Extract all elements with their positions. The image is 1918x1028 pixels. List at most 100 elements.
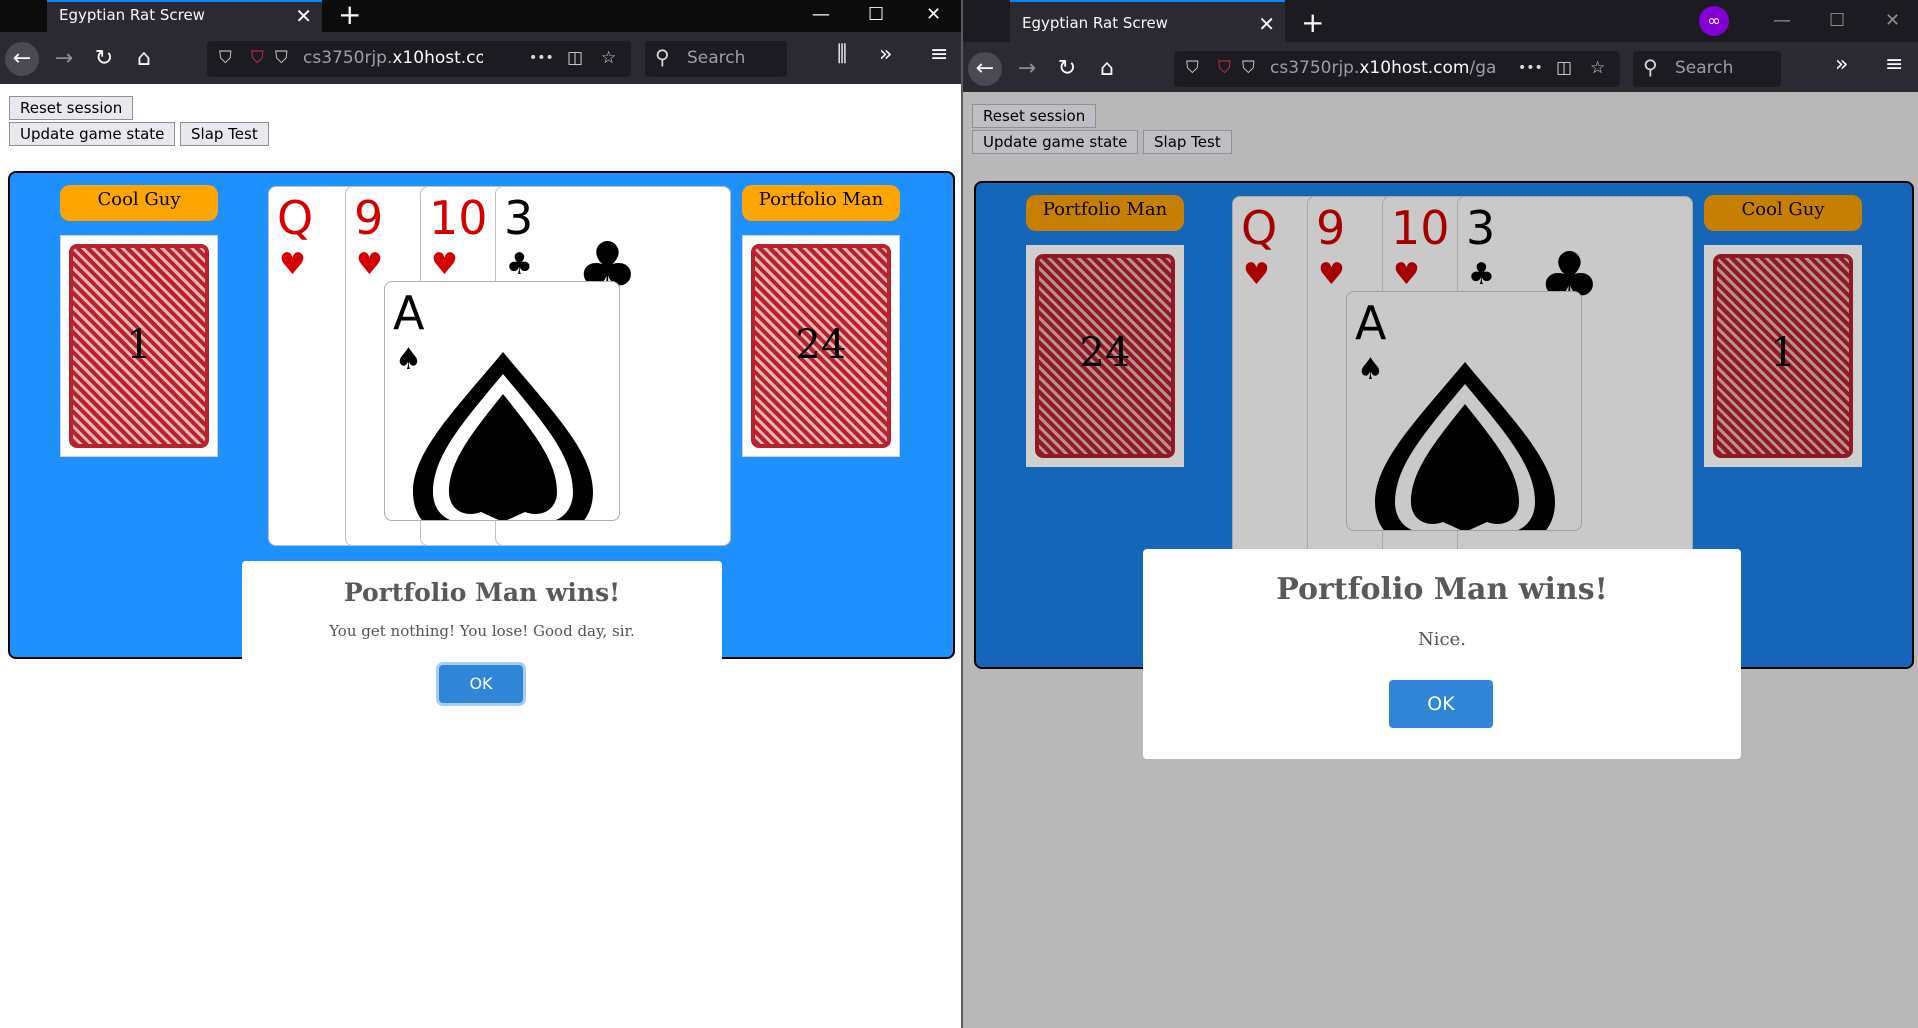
shield-icon[interactable]: ⛉ <box>1186 58 1199 78</box>
heart-icon: ♥ <box>1243 257 1270 292</box>
url-bar[interactable]: ⛉ ⛉ ⛉ cs3750rjp.x10host.com/ ••• ◫ ☆ <box>207 41 631 77</box>
tracking-protection-icon[interactable]: ⛉ <box>1218 58 1231 78</box>
heart-icon: ♥ <box>279 247 306 282</box>
player-deck[interactable]: 24 <box>1026 245 1184 467</box>
heart-icon: ♥ <box>1393 257 1420 292</box>
deck-count: 24 <box>1079 330 1131 376</box>
url-text: cs3750rjp.x10host.com/ <box>303 48 483 68</box>
tab-title: Egyptian Rat Screw <box>1022 14 1168 32</box>
player-name-label: Cool Guy <box>60 185 218 221</box>
reset-session-button[interactable]: Reset session <box>9 96 134 120</box>
permissions-icon[interactable]: ⛉ <box>1242 58 1255 78</box>
pocket-icon[interactable]: ◫ <box>1556 58 1572 78</box>
more-actions-icon[interactable]: ••• <box>529 50 554 66</box>
maximize-icon[interactable]: ☐ <box>868 4 884 25</box>
hamburger-menu-icon[interactable]: ≡ <box>930 42 948 67</box>
card-rank: 3 <box>504 191 534 245</box>
club-icon: ♣ <box>1468 257 1495 292</box>
dialog-title: Portfolio Man wins! <box>1276 572 1608 607</box>
ok-button[interactable]: OK <box>439 665 523 703</box>
card-rank: 3 <box>1466 201 1496 255</box>
minimize-icon[interactable]: — <box>1773 10 1791 31</box>
close-window-icon[interactable]: ✕ <box>1885 10 1900 31</box>
tab-strip: Egyptian Rat Screw ✕ + — ☐ ✕ <box>0 0 961 32</box>
shield-icon[interactable]: ⛉ <box>219 48 232 68</box>
reload-icon[interactable]: ↻ <box>1050 52 1084 86</box>
heart-icon: ♥ <box>431 247 458 282</box>
minimize-icon[interactable]: — <box>812 4 830 25</box>
home-icon[interactable]: ⌂ <box>1090 52 1124 86</box>
tab-egyptian-rat-screw[interactable]: Egyptian Rat Screw ✕ <box>1010 0 1285 42</box>
slap-test-button[interactable]: Slap Test <box>1143 130 1232 154</box>
back-icon[interactable]: ← <box>5 42 39 76</box>
dialog-title: Portfolio Man wins! <box>343 578 621 607</box>
new-tab-plus-icon[interactable]: + <box>1301 6 1324 39</box>
search-icon: ⚲ <box>1643 55 1658 79</box>
player-name-label: Portfolio Man <box>1026 195 1184 231</box>
opponent-name-label: Portfolio Man <box>742 185 900 221</box>
url-bar[interactable]: ⛉ ⛉ ⛉ cs3750rjp.x10host.com/ga ••• ◫ ☆ <box>1174 51 1620 87</box>
library-icon[interactable]: ⫼ <box>837 42 847 67</box>
card-rank: Q <box>277 191 314 245</box>
dialog-message: You get nothing! You lose! Good day, sir… <box>329 622 635 640</box>
player-deck[interactable]: 1 <box>60 235 218 457</box>
permissions-icon[interactable]: ⛉ <box>275 48 288 68</box>
ok-button[interactable]: OK <box>1389 680 1493 728</box>
navigation-toolbar: ← → ↻ ⌂ ⛉ ⛉ ⛉ cs3750rjp.x10host.com/ga •… <box>963 42 1918 92</box>
navigation-toolbar: ← → ↻ ⌂ ⛉ ⛉ ⛉ cs3750rjp.x10host.com/ •••… <box>0 32 961 84</box>
top-pile-card[interactable]: A ♠ <box>1346 291 1582 531</box>
search-placeholder: Search <box>1675 58 1734 78</box>
card-rank: A <box>393 286 425 340</box>
maximize-icon[interactable]: ☐ <box>1829 10 1845 31</box>
search-placeholder: Search <box>687 48 746 68</box>
dialog-message: Nice. <box>1418 629 1466 650</box>
winner-dialog: Portfolio Man wins! You get nothing! You… <box>242 561 722 726</box>
reload-icon[interactable]: ↻ <box>87 42 121 76</box>
bookmark-star-icon[interactable]: ☆ <box>1590 58 1605 78</box>
heart-icon: ♥ <box>1318 257 1345 292</box>
large-spade-icon <box>1375 362 1555 530</box>
opponent-deck: 24 <box>742 235 900 457</box>
browser-window-left: Egyptian Rat Screw ✕ + — ☐ ✕ ← → ↻ ⌂ ⛉ ⛉… <box>0 0 961 1028</box>
search-bar[interactable]: ⚲ Search <box>645 41 787 77</box>
close-tab-icon[interactable]: ✕ <box>295 4 312 28</box>
deck-count: 1 <box>126 322 152 368</box>
tab-egyptian-rat-screw[interactable]: Egyptian Rat Screw ✕ <box>47 0 322 32</box>
home-icon[interactable]: ⌂ <box>127 42 161 76</box>
card-rank: 9 <box>354 191 384 245</box>
reset-session-button[interactable]: Reset session <box>972 104 1097 128</box>
page-content: Reset session Update game state Slap Tes… <box>0 84 961 1028</box>
back-icon[interactable]: ← <box>968 52 1002 86</box>
heart-icon: ♥ <box>356 247 383 282</box>
opponent-name-label: Cool Guy <box>1704 195 1862 231</box>
forward-icon[interactable]: → <box>47 42 81 76</box>
browser-window-right: Egyptian Rat Screw ✕ + ∞ — ☐ ✕ ← → ↻ ⌂ ⛉… <box>963 0 1918 1028</box>
url-text: cs3750rjp.x10host.com/ga <box>1270 58 1496 78</box>
card-rank: Q <box>1241 201 1278 255</box>
tracking-protection-icon[interactable]: ⛉ <box>251 48 264 68</box>
deck-count: 1 <box>1770 330 1796 376</box>
new-tab-plus-icon[interactable]: + <box>338 0 361 31</box>
search-icon: ⚲ <box>655 45 670 69</box>
overflow-chevron-icon[interactable]: » <box>879 42 892 67</box>
card-rank: 9 <box>1316 201 1346 255</box>
slap-test-button[interactable]: Slap Test <box>180 122 269 146</box>
close-window-icon[interactable]: ✕ <box>926 4 941 25</box>
hamburger-menu-icon[interactable]: ≡ <box>1885 52 1903 77</box>
search-bar[interactable]: ⚲ Search <box>1633 51 1781 87</box>
overflow-chevron-icon[interactable]: » <box>1835 52 1848 77</box>
large-spade-icon <box>413 352 593 520</box>
forward-icon[interactable]: → <box>1010 52 1044 86</box>
update-game-state-button[interactable]: Update game state <box>972 130 1139 154</box>
update-game-state-button[interactable]: Update game state <box>9 122 176 146</box>
close-tab-icon[interactable]: ✕ <box>1258 12 1275 36</box>
more-actions-icon[interactable]: ••• <box>1518 60 1543 76</box>
top-pile-card[interactable]: A ♠ <box>384 281 620 521</box>
bookmark-star-icon[interactable]: ☆ <box>601 48 616 68</box>
card-rank: 10 <box>1391 201 1450 255</box>
pocket-icon[interactable]: ◫ <box>567 48 583 68</box>
tab-strip: Egyptian Rat Screw ✕ + ∞ — ☐ ✕ <box>963 0 1918 42</box>
tab-title: Egyptian Rat Screw <box>59 6 205 24</box>
page-content: Reset session Update game state Slap Tes… <box>963 92 1918 1028</box>
card-rank: 10 <box>429 191 488 245</box>
